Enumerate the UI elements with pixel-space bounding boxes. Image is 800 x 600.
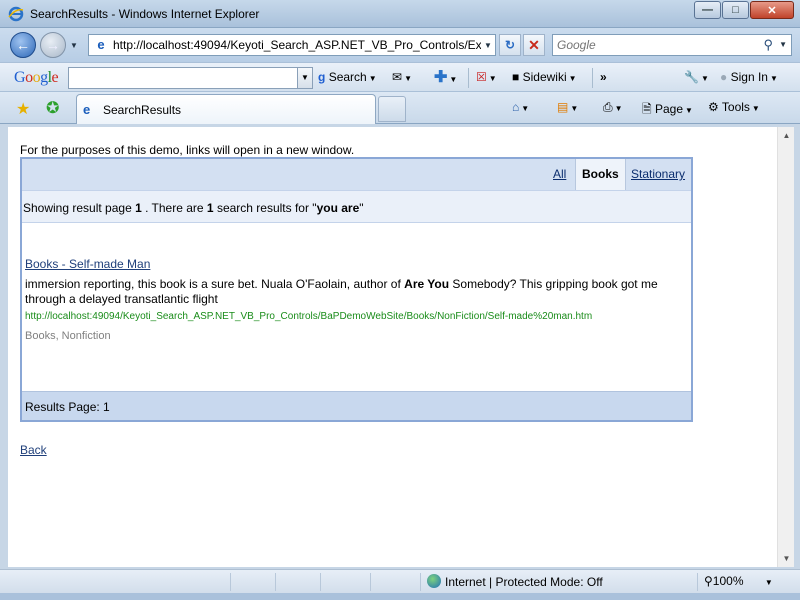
- close-window-button[interactable]: ✕: [750, 1, 794, 19]
- tab-stationary[interactable]: Stationary: [631, 167, 685, 181]
- tab-books[interactable]: Books: [575, 159, 626, 190]
- tab-label: SearchResults: [103, 103, 182, 117]
- forward-button[interactable]: →: [40, 32, 66, 58]
- zoom-icon: ⚲: [704, 574, 713, 588]
- home-icon[interactable]: ⌂ ▼: [512, 100, 529, 114]
- toolbar-plus-icon[interactable]: ✚ ▼: [434, 67, 457, 87]
- google-search-dropdown-icon[interactable]: ▼: [297, 67, 313, 89]
- page-menu-button[interactable]: 🗎 Page ▼: [642, 100, 693, 121]
- feeds-icon[interactable]: ▤ ▼: [557, 100, 578, 114]
- toolbar-separator: [592, 68, 593, 88]
- security-zone[interactable]: Internet | Protected Mode: Off: [427, 574, 603, 589]
- favorites-star-icon[interactable]: ★: [16, 99, 30, 119]
- back-button[interactable]: ←: [10, 32, 36, 58]
- status-divider: [275, 573, 276, 591]
- tab-search-results[interactable]: e SearchResults: [76, 94, 376, 124]
- zoom-dropdown-icon[interactable]: ▼: [765, 578, 773, 587]
- minimize-button[interactable]: —: [694, 1, 721, 19]
- results-summary-text: Showing result page 1 . There are 1 sear…: [23, 201, 364, 215]
- tab-command-bar: ★ ✪ e SearchResults ⌂ ▼ ▤ ▼ ⎙ ▼ 🗎 Page ▼ ⚙ T…: [0, 92, 800, 124]
- google-toolbar: Google ▼ g Search ▼ ✉ ▼ ✚ ▼ ☒ ▼ ■ Sidewiki ▼ …: [0, 62, 800, 92]
- google-g-icon: g: [318, 70, 326, 84]
- result-categories: Books, Nonfiction: [25, 330, 111, 342]
- sidewiki-icon: ■: [512, 70, 520, 84]
- page-menu-icon: 🗎: [642, 102, 652, 116]
- category-tabs: All Books Stationary: [22, 159, 691, 190]
- address-dropdown-icon[interactable]: ▼: [481, 41, 495, 50]
- sidewiki-button[interactable]: ■ Sidewiki ▼: [512, 70, 577, 84]
- toolbar-share-icon[interactable]: ✉ ▼: [392, 70, 412, 84]
- google-logo: Google: [14, 69, 59, 86]
- stop-button[interactable]: ✕: [523, 34, 545, 56]
- sign-in-button[interactable]: ● Sign In ▼: [720, 70, 778, 84]
- page-icon: e: [83, 102, 91, 117]
- refresh-button[interactable]: ↻: [499, 34, 521, 56]
- page-icon: e: [97, 37, 105, 52]
- search-results-panel: All Books Stationary Showing result page…: [20, 157, 693, 422]
- globe-icon: [427, 574, 441, 588]
- status-divider: [697, 573, 698, 591]
- google-search-button[interactable]: g Search ▼: [318, 70, 377, 84]
- status-divider: [320, 573, 321, 591]
- tab-all[interactable]: All: [553, 167, 566, 181]
- address-bar[interactable]: e http://localhost:49094/Keyoti_Search_A…: [88, 34, 496, 56]
- scroll-up-icon[interactable]: ▲: [778, 127, 795, 144]
- history-dropdown-icon[interactable]: ▼: [70, 41, 78, 50]
- ie-logo-icon: [8, 6, 24, 22]
- results-pager: Results Page: 1: [22, 391, 691, 420]
- window-frame-bottom: [0, 593, 800, 600]
- search-result-item: Books - Self-made Man immersion reportin…: [25, 257, 685, 342]
- zoom-control[interactable]: ⚲100% ▼: [704, 574, 773, 588]
- address-url[interactable]: http://localhost:49094/Keyoti_Search_ASP…: [113, 38, 481, 52]
- add-favorite-icon[interactable]: ✪: [46, 98, 59, 118]
- google-search-input[interactable]: [68, 67, 298, 89]
- status-divider: [230, 573, 231, 591]
- status-bar: Internet | Protected Mode: Off ⚲100% ▼: [0, 569, 800, 593]
- web-search-box[interactable]: ⚲ ▼: [552, 34, 792, 56]
- web-search-input[interactable]: [553, 35, 753, 55]
- demo-note: For the purposes of this demo, links wil…: [20, 143, 355, 157]
- user-circle-icon: ●: [720, 70, 728, 84]
- result-snippet: immersion reporting, this book is a sure…: [25, 277, 658, 306]
- results-page-label: Results Page: 1: [25, 400, 110, 414]
- scroll-down-icon[interactable]: ▼: [778, 550, 795, 567]
- result-title-link[interactable]: Books - Self-made Man: [25, 257, 685, 271]
- search-provider-dropdown-icon[interactable]: ▼: [779, 40, 787, 49]
- status-divider: [370, 573, 371, 591]
- new-tab-button[interactable]: [378, 96, 406, 122]
- gear-icon: ⚙: [708, 100, 719, 114]
- more-tools-button[interactable]: »: [600, 70, 607, 84]
- result-url: http://localhost:49094/Keyoti_Search_ASP…: [25, 311, 593, 322]
- results-summary: Showing result page 1 . There are 1 sear…: [22, 190, 691, 223]
- window-title: SearchResults - Windows Internet Explore…: [30, 7, 260, 21]
- maximize-button[interactable]: □: [722, 1, 749, 19]
- tools-menu-button[interactable]: ⚙ Tools ▼: [708, 100, 760, 114]
- toolbar-separator: [468, 68, 469, 88]
- popup-blocker-icon[interactable]: ☒ ▼: [476, 70, 497, 84]
- wrench-icon[interactable]: 🔧 ▼: [684, 70, 709, 84]
- page-content: For the purposes of this demo, links wil…: [8, 127, 777, 567]
- status-divider: [420, 573, 421, 591]
- vertical-scrollbar[interactable]: ▲ ▼: [777, 127, 794, 567]
- navigation-bar: ← → ▼ e http://localhost:49094/Keyoti_Se…: [0, 28, 800, 62]
- print-icon[interactable]: ⎙ ▼: [603, 100, 623, 115]
- search-icon[interactable]: ⚲: [763, 37, 773, 53]
- title-bar: SearchResults - Windows Internet Explore…: [0, 0, 800, 28]
- back-link[interactable]: Back: [20, 443, 47, 457]
